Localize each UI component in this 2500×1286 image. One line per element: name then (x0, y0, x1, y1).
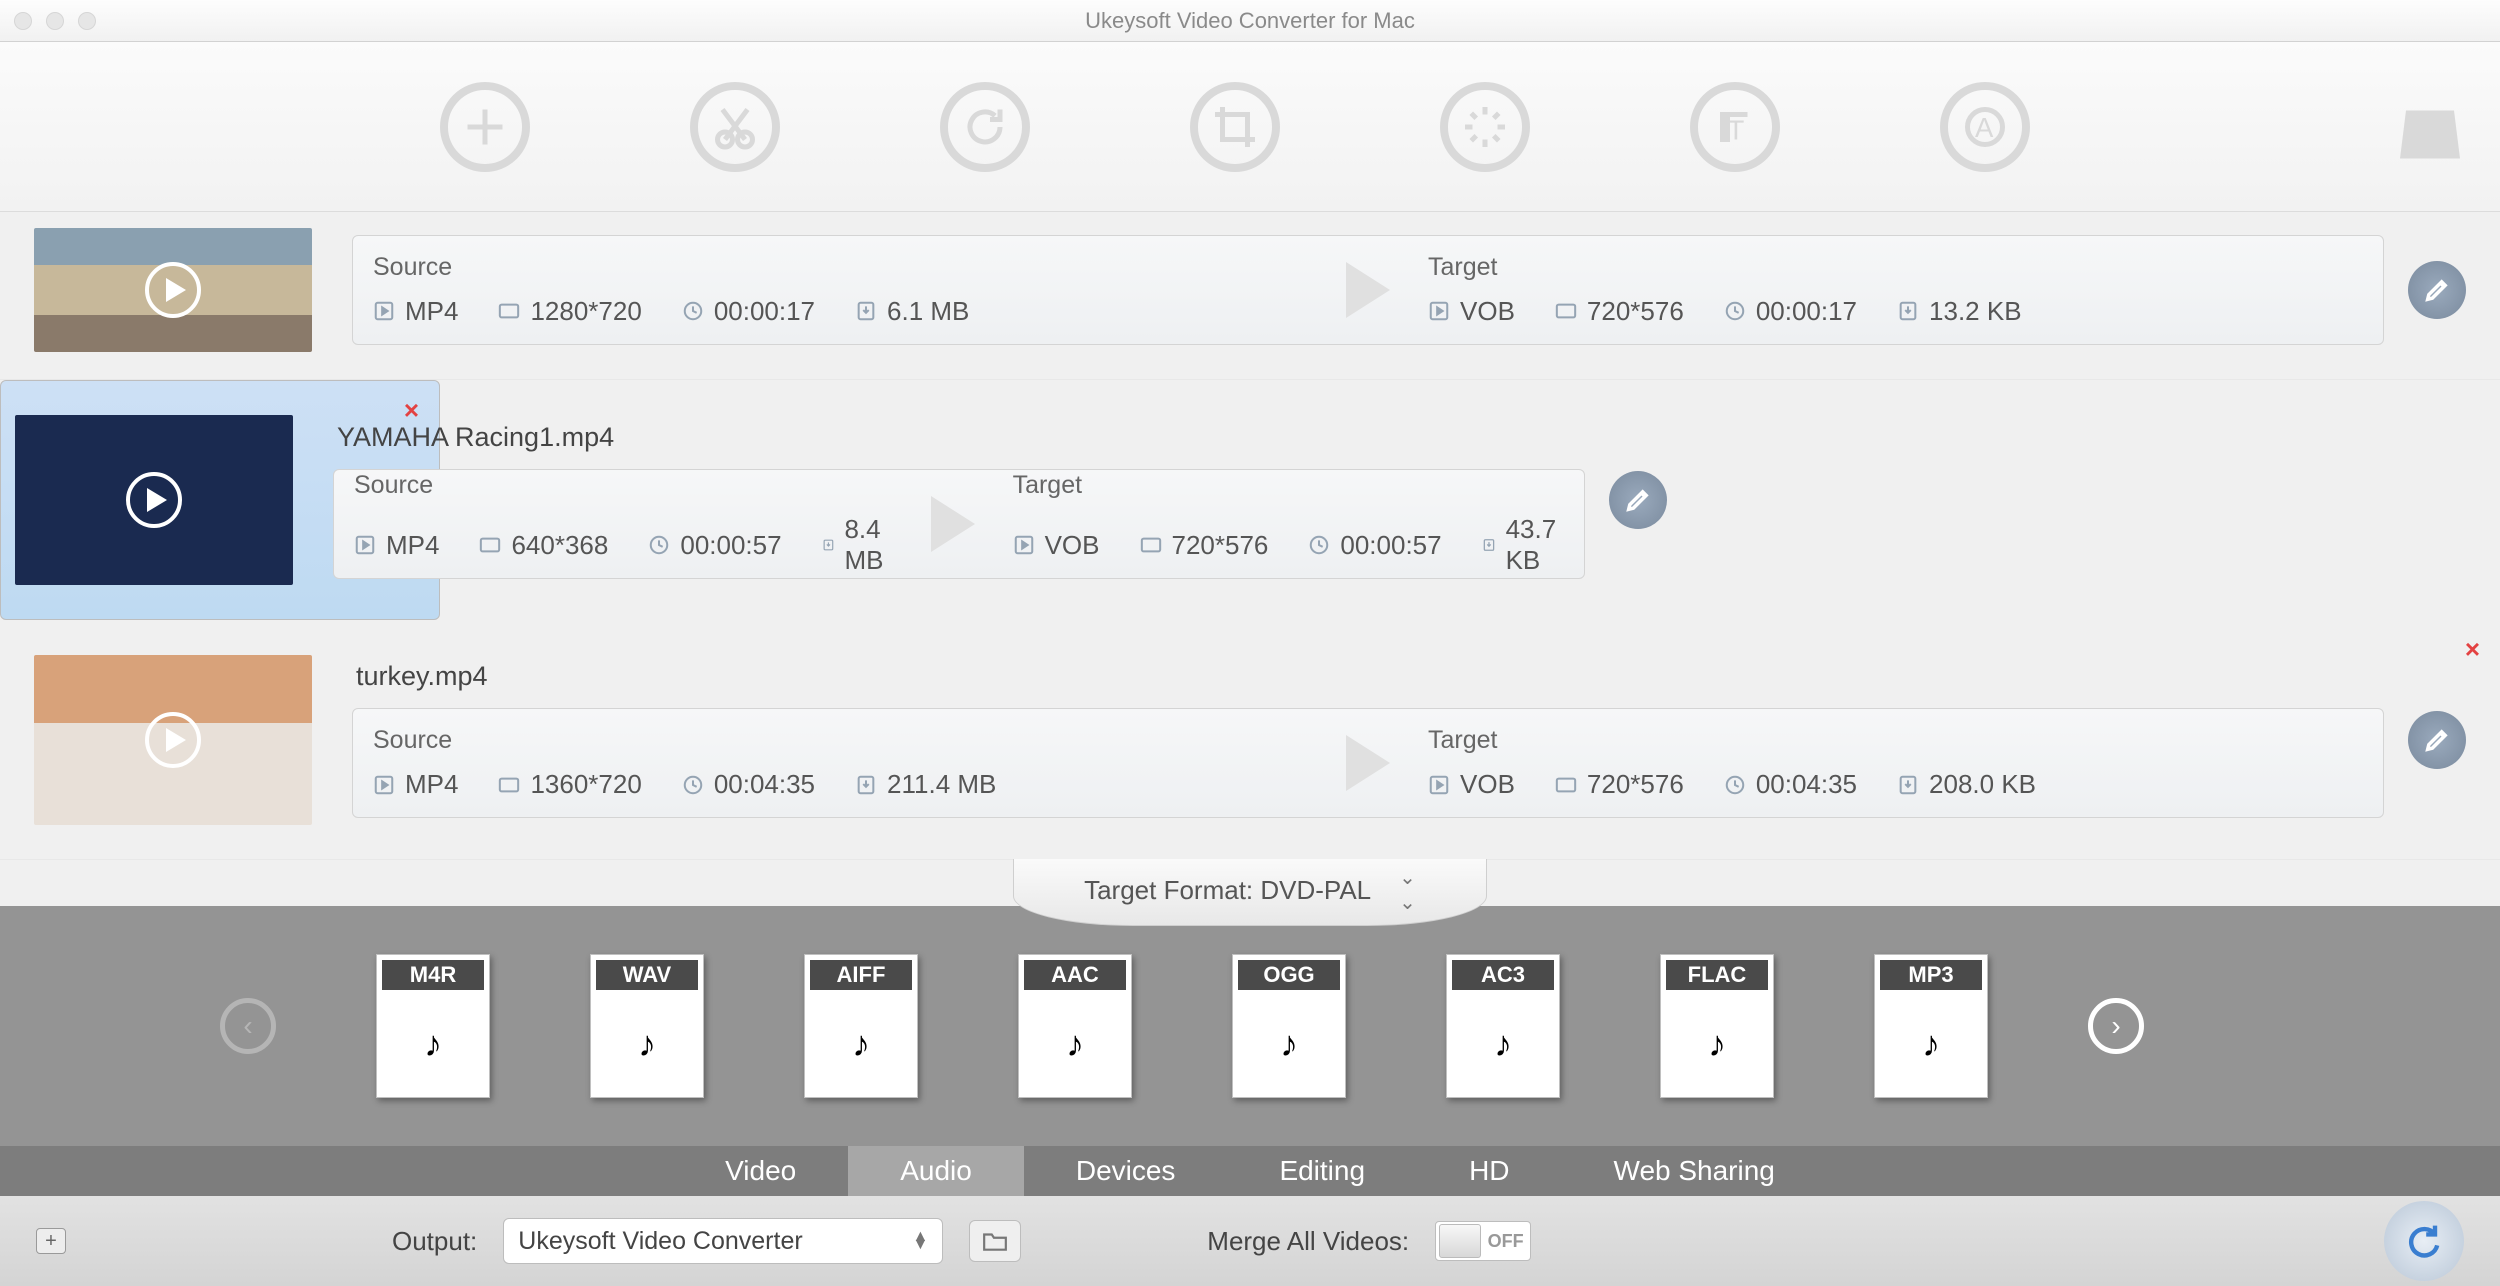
format-m4r[interactable]: M4R♪ (376, 954, 490, 1098)
browse-folder-button[interactable] (969, 1220, 1021, 1262)
target-label: Target (1013, 471, 1565, 500)
format-aiff[interactable]: AIFF♪ (804, 954, 918, 1098)
add-small-button[interactable]: + (36, 1228, 66, 1254)
info-card: Source MP4 1360*720 00:04:35 211.4 MB Ta… (352, 708, 2384, 818)
prev-button[interactable]: ‹ (220, 998, 276, 1054)
category-tabs: VideoAudioDevicesEditingHDWeb Sharing (0, 1146, 2500, 1196)
tab-hd[interactable]: HD (1417, 1146, 1561, 1196)
output-label: Output: (392, 1226, 477, 1257)
output-value: Ukeysoft Video Converter (518, 1227, 802, 1256)
close-window-icon[interactable] (14, 12, 32, 30)
app-title: Ukeysoft Video Converter for Mac (1085, 8, 1415, 34)
edit-button[interactable] (2408, 711, 2466, 769)
titlebar: Ukeysoft Video Converter for Mac (0, 0, 2500, 42)
thumbnail[interactable] (34, 228, 312, 352)
zoom-window-icon[interactable] (78, 12, 96, 30)
info-card: Source MP4 1280*720 00:00:17 6.1 MB Targ… (352, 235, 2384, 345)
edit-button[interactable] (1609, 471, 1667, 529)
file-row[interactable]: Source MP4 1280*720 00:00:17 6.1 MB Targ… (0, 212, 2500, 380)
src-resolution: 1360*720 (530, 769, 641, 800)
target-label: Target (1428, 253, 2363, 282)
tgt-resolution: 720*576 (1587, 769, 1684, 800)
thumbnail[interactable] (34, 655, 312, 825)
effect-icon[interactable] (1440, 82, 1530, 172)
tgt-resolution: 720*576 (1587, 296, 1684, 327)
remove-button[interactable]: × (2465, 634, 2480, 665)
src-format: MP4 (405, 769, 458, 800)
play-icon[interactable] (145, 262, 201, 318)
tgt-duration: 00:04:35 (1756, 769, 1857, 800)
convert-button[interactable] (2384, 1201, 2464, 1281)
remove-button[interactable]: × (404, 395, 419, 426)
thumbnail[interactable] (15, 415, 293, 585)
tgt-format: VOB (1045, 530, 1100, 561)
tab-devices[interactable]: Devices (1024, 1146, 1228, 1196)
src-size: 6.1 MB (887, 296, 969, 327)
src-duration: 00:04:35 (714, 769, 815, 800)
target-label: Target (1428, 726, 2363, 755)
arrow-icon (913, 496, 993, 552)
source-label: Source (373, 253, 1308, 282)
format-ogg[interactable]: OGG♪ (1232, 954, 1346, 1098)
tgt-resolution: 720*576 (1172, 530, 1269, 561)
merge-toggle[interactable]: OFF (1435, 1221, 1531, 1261)
format-strip: ‹ M4R♪ WAV♪ AIFF♪ AAC♪ OGG♪ AC3♪ FLAC♪ MP3♪ › (0, 906, 2500, 1146)
arrow-icon (1328, 262, 1408, 318)
format-wav[interactable]: WAV♪ (590, 954, 704, 1098)
subtitle-icon[interactable]: T (1690, 82, 1780, 172)
store-icon[interactable] (2400, 95, 2460, 159)
watermark-icon[interactable]: A (1940, 82, 2030, 172)
toolbar: T A (0, 42, 2500, 212)
tgt-size: 208.0 KB (1929, 769, 2036, 800)
play-icon[interactable] (145, 712, 201, 768)
src-format: MP4 (405, 296, 458, 327)
src-format: MP4 (386, 530, 439, 561)
bottom-bar: + Output: Ukeysoft Video Converter▲▼ Mer… (0, 1196, 2500, 1286)
src-resolution: 1280*720 (530, 296, 641, 327)
output-select[interactable]: Ukeysoft Video Converter▲▼ (503, 1218, 943, 1264)
tgt-duration: 00:00:17 (1756, 296, 1857, 327)
format-mp3[interactable]: MP3♪ (1874, 954, 1988, 1098)
arrow-icon (1328, 735, 1408, 791)
src-duration: 00:00:57 (680, 530, 781, 561)
file-name: YAMAHA Racing1.mp4 (337, 422, 1585, 453)
next-button[interactable]: › (2088, 998, 2144, 1054)
info-card: Source MP4 640*368 00:00:57 8.4 MB Targe… (333, 469, 1585, 579)
target-format-label: Target Format: DVD-PAL (1084, 875, 1371, 906)
edit-button[interactable] (2408, 261, 2466, 319)
cut-icon[interactable] (690, 82, 780, 172)
src-size: 8.4 MB (844, 514, 892, 576)
src-size: 211.4 MB (887, 769, 996, 800)
source-label: Source (373, 726, 1308, 755)
tgt-format: VOB (1460, 769, 1515, 800)
src-duration: 00:00:17 (714, 296, 815, 327)
merge-state: OFF (1481, 1231, 1530, 1252)
file-list: Source MP4 1280*720 00:00:17 6.1 MB Targ… (0, 212, 2500, 860)
tab-audio[interactable]: Audio (848, 1146, 1024, 1196)
minimize-window-icon[interactable] (46, 12, 64, 30)
tgt-size: 43.7 KB (1506, 514, 1565, 576)
format-flac[interactable]: FLAC♪ (1660, 954, 1774, 1098)
format-aac[interactable]: AAC♪ (1018, 954, 1132, 1098)
merge-label: Merge All Videos: (1207, 1226, 1409, 1257)
rotate-icon[interactable] (940, 82, 1030, 172)
chevron-down-icon: ⌄⌄ (1399, 865, 1416, 915)
tgt-format: VOB (1460, 296, 1515, 327)
src-resolution: 640*368 (511, 530, 608, 561)
play-icon[interactable] (126, 472, 182, 528)
file-row[interactable]: × turkey.mp4 Source MP4 1360*720 00:04:3… (0, 620, 2500, 860)
add-icon[interactable] (440, 82, 530, 172)
tab-web-sharing[interactable]: Web Sharing (1562, 1146, 1827, 1196)
tgt-size: 13.2 KB (1929, 296, 2022, 327)
tgt-duration: 00:00:57 (1340, 530, 1441, 561)
crop-icon[interactable] (1190, 82, 1280, 172)
svg-text:A: A (1975, 112, 1994, 143)
format-ac3[interactable]: AC3♪ (1446, 954, 1560, 1098)
source-label: Source (354, 471, 893, 500)
file-row[interactable]: × YAMAHA Racing1.mp4 Source MP4 640*368 … (0, 380, 440, 620)
file-name: turkey.mp4 (356, 661, 2384, 692)
tab-editing[interactable]: Editing (1227, 1146, 1417, 1196)
tab-video[interactable]: Video (673, 1146, 848, 1196)
svg-text:T: T (1728, 114, 1745, 145)
